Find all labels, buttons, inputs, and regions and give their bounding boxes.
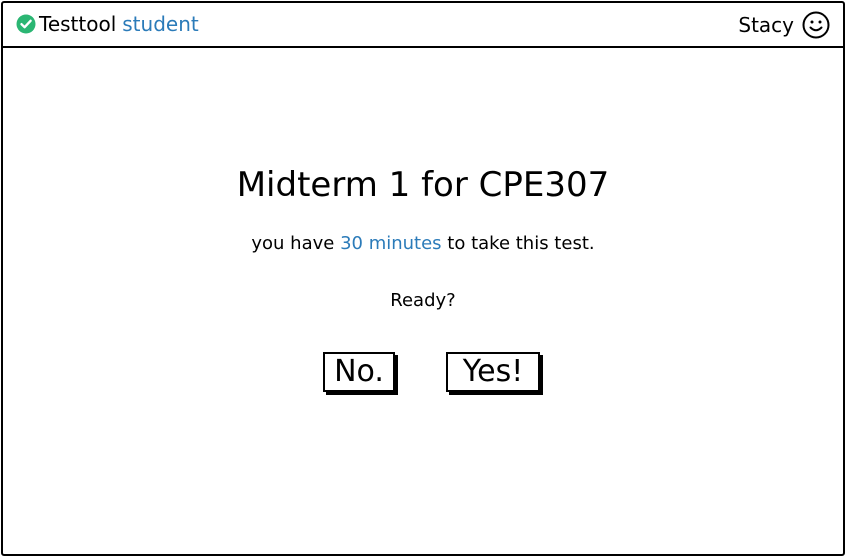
app-window: Testtool student Stacy Midterm 1 for CPE… <box>1 1 845 556</box>
info-suffix: to take this test. <box>441 233 595 254</box>
top-bar: Testtool student Stacy <box>3 3 843 48</box>
brand: Testtool student <box>16 12 199 36</box>
test-title: Midterm 1 for CPE307 <box>236 165 610 205</box>
smiley-icon[interactable] <box>802 11 830 39</box>
user-menu[interactable]: Stacy <box>738 11 830 39</box>
app-name: Testtool <box>39 12 117 36</box>
test-duration-info: you have 30 minutes to take this test. <box>3 231 843 257</box>
yes-button[interactable]: Yes! <box>446 352 540 392</box>
info-prefix: you have <box>251 233 341 254</box>
check-circle-icon <box>16 14 36 34</box>
ready-prompt: Ready? <box>390 290 456 311</box>
test-duration: 30 minutes <box>340 233 442 254</box>
main-content: Midterm 1 for CPE307 you have 30 minutes… <box>3 48 843 556</box>
no-button[interactable]: No. <box>323 352 395 392</box>
user-role: student <box>122 12 199 36</box>
user-name: Stacy <box>738 13 794 37</box>
